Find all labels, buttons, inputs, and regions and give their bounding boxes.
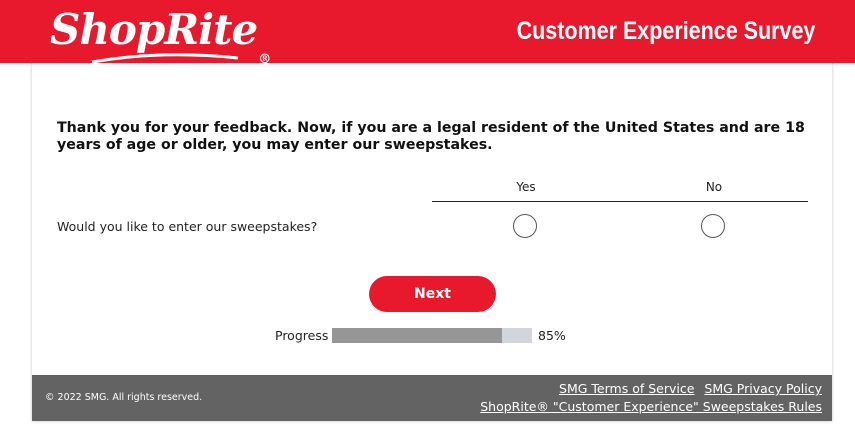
terms-of-service-link[interactable]: SMG Terms of Service: [559, 381, 694, 396]
logo-swoosh-icon: [91, 53, 239, 64]
column-header-yes: Yes: [516, 180, 536, 194]
footer: © 2022 SMG. All rights reserved. SMG Ter…: [32, 375, 832, 421]
survey-title: Customer Experience Survey: [516, 17, 815, 45]
logo-text: ShopRite: [50, 5, 258, 54]
progress-bar: [332, 328, 532, 343]
progress-label: Progress: [275, 328, 329, 343]
logo-registered-mark: ®: [258, 52, 271, 67]
sweepstakes-intro: Thank you for your feedback. Now, if you…: [57, 120, 805, 153]
shoprite-logo: ShopRite®: [50, 5, 271, 68]
copyright-text: © 2022 SMG. All rights reserved.: [45, 392, 203, 403]
radio-yes[interactable]: [513, 214, 537, 238]
survey-panel: [32, 5, 832, 421]
column-divider: [432, 201, 808, 202]
privacy-policy-link[interactable]: SMG Privacy Policy: [704, 381, 822, 396]
footer-links: SMG Terms of Service SMG Privacy Policy S…: [480, 380, 822, 416]
next-button[interactable]: Next: [369, 276, 496, 312]
sweepstakes-rules-link[interactable]: ShopRite® "Customer Experience" Sweepsta…: [480, 399, 822, 414]
column-header-no: No: [705, 180, 723, 194]
radio-no[interactable]: [701, 214, 725, 238]
progress-percent: 85%: [538, 328, 566, 343]
progress-bar-fill: [332, 328, 502, 343]
header-bar: ShopRite® Customer Experience Survey: [0, 0, 855, 68]
sweepstakes-question: Would you like to enter our sweepstakes?: [57, 219, 318, 234]
